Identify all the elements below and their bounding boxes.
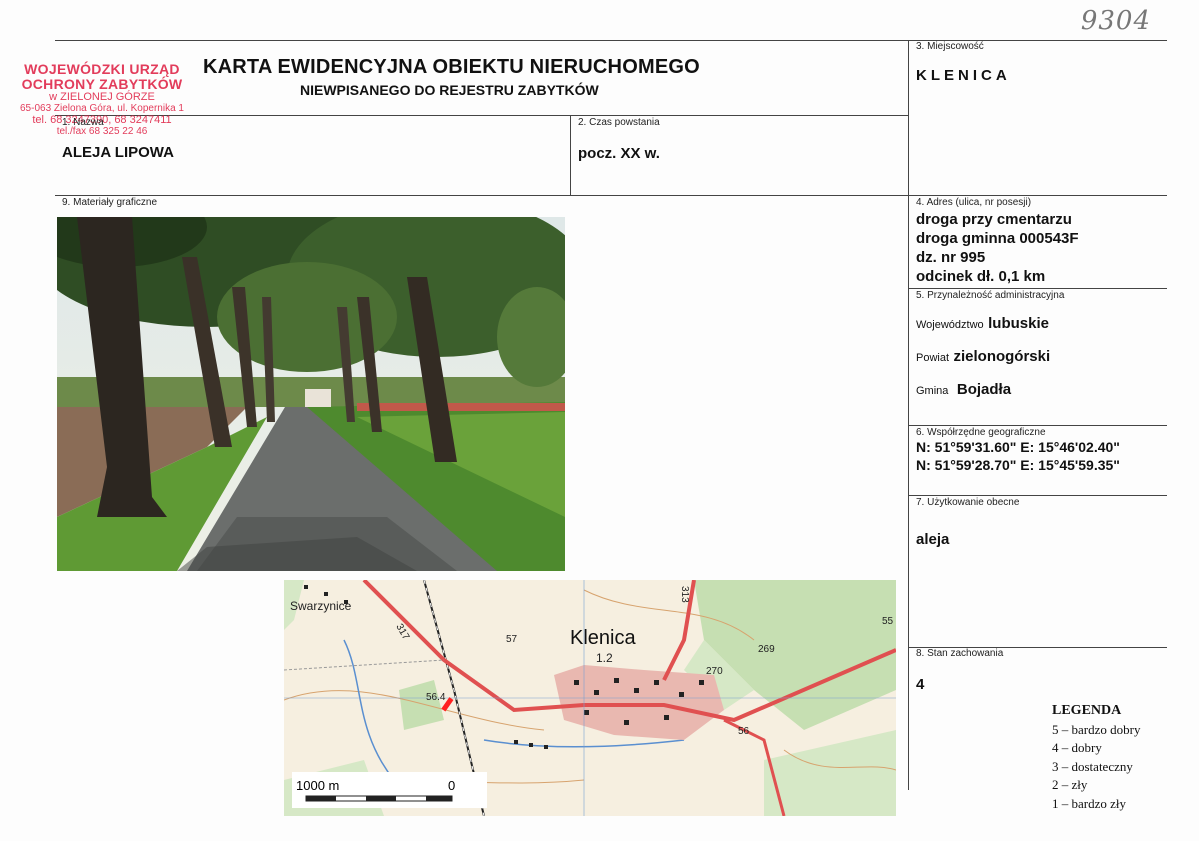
legend-item: 5 – bardzo dobry bbox=[1052, 721, 1141, 737]
map-village-label: Swarzynice bbox=[290, 599, 352, 613]
address-line: droga przy cmentarzu bbox=[916, 211, 1072, 228]
address-line: odcinek dł. 0,1 km bbox=[916, 268, 1046, 285]
avenue-photo-image bbox=[57, 217, 565, 571]
address-label: 4. Adres (ulica, nr posesji) bbox=[916, 197, 1032, 208]
rule-admin bbox=[908, 425, 1167, 426]
col-divider-name-time bbox=[570, 115, 571, 195]
page-title: KARTA EWIDENCYJNA OBIEKTU NIERUCHOMEGO bbox=[203, 56, 700, 78]
spot-height: 56.4 bbox=[426, 692, 446, 703]
coords-label: 6. Współrzędne geograficzne bbox=[916, 427, 1046, 438]
condition-value: 4 bbox=[916, 676, 925, 693]
archive-number: 9304 bbox=[1080, 6, 1151, 36]
topo-map: 1000 m 0 Swarzynice Klenica 317 313 57 1… bbox=[284, 580, 896, 816]
commune-prefix: Gmina bbox=[916, 385, 949, 397]
stamp-line-1: WOJEWÓDZKI URZĄD bbox=[24, 61, 180, 77]
avenue-photo bbox=[57, 217, 565, 571]
voivodeship-row: Województwo lubuskie bbox=[916, 315, 1049, 333]
rule-address bbox=[908, 288, 1167, 289]
scale-label-left: 1000 m bbox=[296, 778, 339, 793]
location-map: 1000 m 0 Swarzynice Klenica 317 313 57 1… bbox=[284, 580, 896, 816]
admin-label: 5. Przynależność administracyjna bbox=[916, 290, 1065, 301]
address-line: droga gminna 000543F bbox=[916, 230, 1079, 247]
name-value: ALEJA LIPOWA bbox=[62, 144, 174, 161]
locality-value: KLENICA bbox=[916, 67, 1011, 84]
legend-item: 2 – zły bbox=[1052, 777, 1088, 792]
rule-coords bbox=[908, 495, 1167, 496]
condition-legend: LEGENDA 5 – bardzo dobry 4 – dobry 3 – d… bbox=[1052, 702, 1140, 813]
time-value: pocz. XX w. bbox=[578, 145, 660, 162]
legend-item: 1 – bardzo zły bbox=[1052, 795, 1127, 811]
voivodeship-prefix: Województwo bbox=[916, 319, 984, 331]
legend-item: 3 – dostateczny bbox=[1052, 758, 1133, 774]
usage-value: aleja bbox=[916, 531, 950, 548]
map-place-label: Klenica bbox=[570, 627, 636, 649]
scale-label-right: 0 bbox=[448, 778, 455, 793]
spot-height: 270 bbox=[706, 666, 723, 677]
road-number: 313 bbox=[679, 586, 690, 603]
commune-value: Bojadła bbox=[956, 381, 1012, 398]
coords-line: N: 51°59'31.60" E: 15°46'02.40" bbox=[916, 439, 1120, 455]
usage-label: 7. Użytkowanie obecne bbox=[916, 497, 1020, 508]
county-prefix: Powiat bbox=[916, 352, 950, 364]
coords-line: N: 51°59'28.70" E: 15°45'59.35" bbox=[916, 457, 1120, 473]
locality-label: 3. Miejscowość bbox=[916, 41, 984, 52]
legend-title: LEGENDA bbox=[1052, 703, 1122, 718]
page-subtitle: NIEWPISANEGO DO REJESTRU ZABYTKÓW bbox=[300, 82, 599, 98]
spot-height: 57 bbox=[506, 634, 518, 645]
time-label: 2. Czas powstania bbox=[578, 117, 660, 128]
spot-height: 269 bbox=[758, 644, 775, 655]
col-divider-main-right bbox=[908, 40, 909, 790]
graphics-label: 9. Materiały graficzne bbox=[62, 197, 158, 208]
condition-label: 8. Stan zachowania bbox=[916, 648, 1004, 659]
rule-below-name bbox=[55, 195, 1167, 196]
spot-height: 56 bbox=[738, 726, 750, 737]
legend-item: 4 – dobry bbox=[1052, 740, 1102, 755]
county-value: zielonogórski bbox=[953, 348, 1051, 365]
spot-height: 1.2 bbox=[596, 651, 613, 665]
spot-height: 55 bbox=[882, 616, 894, 627]
name-label: 1. Nazwa bbox=[62, 117, 104, 128]
stamp-line-6: tel./fax 68 325 22 46 bbox=[56, 125, 148, 137]
top-rule bbox=[55, 40, 1167, 41]
commune-row: Gmina Bojadła bbox=[916, 381, 1011, 399]
address-line: dz. nr 995 bbox=[916, 249, 986, 266]
stamp-line-2: OCHRONY ZABYTKÓW bbox=[21, 76, 183, 93]
county-row: Powiat zielonogórski bbox=[916, 348, 1050, 366]
voivodeship-value: lubuskie bbox=[988, 315, 1049, 332]
